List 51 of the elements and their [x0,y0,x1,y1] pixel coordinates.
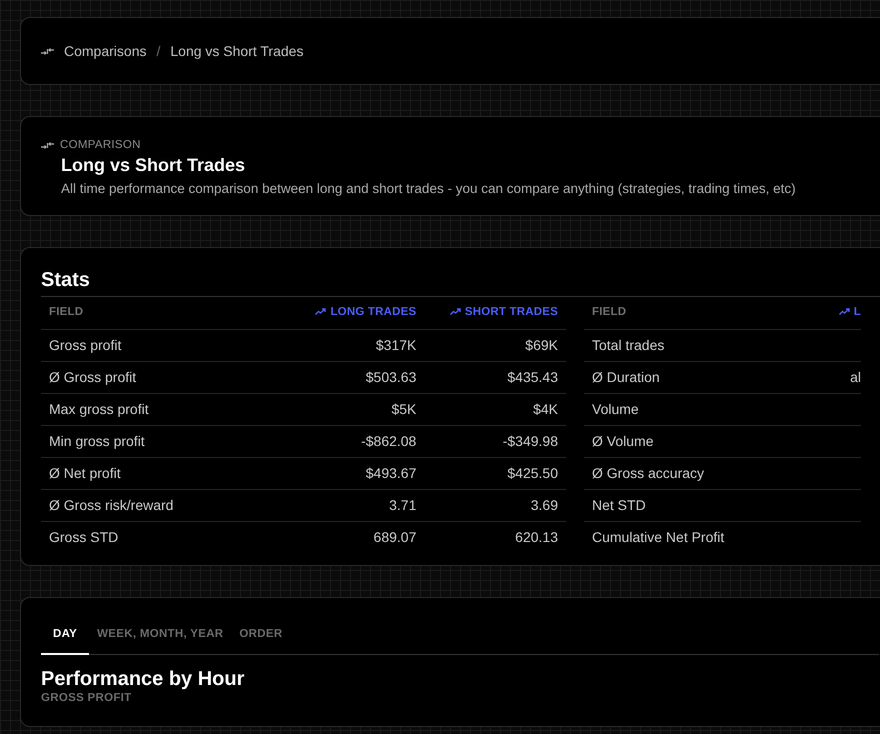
field-name: Cumulative Net Profit [584,521,824,553]
stat-value: $4K [424,393,566,425]
breadcrumb-link[interactable]: Long vs Short Trades [170,40,304,62]
compare-arrows-icon [41,141,54,150]
stat-value: $503.63 [291,361,424,393]
field-name: Ø Gross accuracy [584,457,824,489]
column-header: L [824,297,861,329]
field-name: Ø Volume [584,425,824,457]
stat-value: -$349.98 [424,425,566,457]
stat-value: $5K [291,393,424,425]
stat-value: -$862.08 [291,425,424,457]
field-name: Net STD [584,489,824,521]
field-name: Volume [584,393,824,425]
trend-up-icon [838,308,850,316]
field-name: Ø Duration [584,361,824,393]
column-header: LONG TRADES [291,297,424,329]
field-name: Ø Gross profit [41,361,291,393]
field-name: Total trades [584,329,824,361]
tab[interactable]: WEEK, MONTH, YEAR [89,622,232,656]
trend-up-icon [450,308,461,316]
stat-value: 3.69 [424,489,566,521]
field-name: Gross STD [41,521,291,553]
field-name: Max gross profit [41,393,291,425]
field-name: Ø Gross risk/reward [41,489,291,521]
breadcrumb-link[interactable]: Comparisons [64,40,146,62]
section-subtitle: GROSS PROFIT [41,691,132,706]
stat-value: $69K [424,329,566,361]
stat-value: 620.13 [424,521,566,553]
compare-arrows-icon [41,46,54,56]
section-title: Performance by Hour [41,667,246,692]
column-header: FIELD [584,297,824,329]
stat-value: 689.07 [291,521,424,553]
breadcrumb-separator: / [156,42,160,60]
section-title: Stats [41,268,91,292]
column-header: FIELD [41,297,291,329]
stat-value: $493.67 [291,457,424,489]
page-title: Long vs Short Trades [61,154,246,177]
stat-value: al [824,361,861,393]
trend-up-icon [315,308,326,316]
tab[interactable]: DAY [41,622,90,656]
page-description: All time performance comparison between long and short trades - you can compare anything (strategies, trading times, etc) [61,180,797,198]
field-name: Gross profit [41,329,291,361]
field-name: Min gross profit [41,425,291,457]
eyebrow-label: COMPARISON [60,138,141,153]
stat-value: $435.43 [424,361,566,393]
stat-value: $425.50 [424,457,566,489]
field-name: Ø Net profit [41,457,291,489]
column-header: SHORT TRADES [424,297,566,329]
tab[interactable]: ORDER [231,622,290,656]
stat-value: $317K [291,329,424,361]
stat-value: 3.71 [291,489,424,521]
